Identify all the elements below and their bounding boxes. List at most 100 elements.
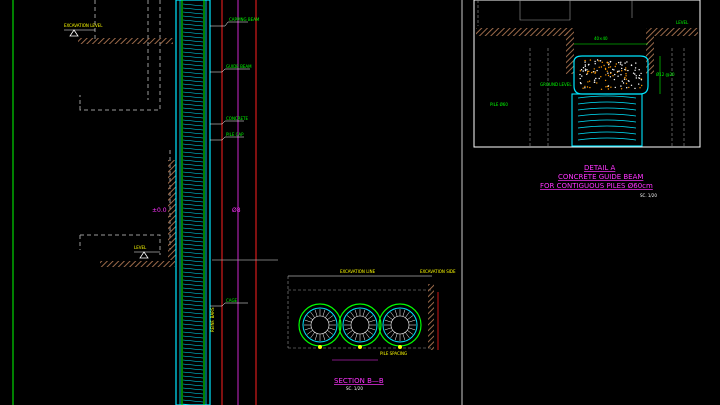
pile-section-marker (398, 345, 402, 349)
callout-pile-cap: PILE CAP (226, 132, 244, 137)
concrete-dot (620, 61, 622, 63)
pile-section-bar (322, 309, 326, 317)
pile-section-bar (346, 315, 353, 320)
concrete-dot (594, 71, 597, 73)
pile-section-bar (407, 330, 414, 335)
concrete-dot (627, 80, 630, 82)
detail-a-hatch-left (476, 28, 568, 36)
concrete-dot (584, 65, 586, 68)
concrete-dot (584, 59, 586, 62)
spiral-bar (182, 195, 204, 199)
spiral-bar (182, 63, 204, 67)
concrete-dot (608, 63, 610, 66)
left-elevation: EXCAVATION LEVEL LEVEL CAPPING BEAM GUID… (12, 0, 278, 405)
callout-cage: CAGE (226, 298, 238, 303)
spiral-bar (182, 115, 204, 119)
pile-section-bar (325, 311, 330, 318)
concrete-dot (608, 66, 610, 69)
detail-a-title-1: DETAIL A (584, 164, 616, 172)
concrete-dot (598, 66, 600, 69)
detail-a-label-right: LEVEL (676, 20, 689, 25)
pile-section-bar (362, 309, 366, 317)
spiral-bar (182, 347, 204, 351)
concrete-dot (625, 75, 627, 77)
spiral-bar (182, 203, 204, 207)
pile-section-marker (318, 345, 322, 349)
concrete-dot (584, 85, 586, 88)
pile-section-bar (346, 330, 353, 335)
concrete-dot (622, 82, 625, 84)
pile-section-bar (310, 332, 315, 339)
section-bb-piles (298, 303, 422, 349)
spiral-bar (182, 103, 204, 107)
spiral-bar (182, 383, 204, 387)
pile-section-bar (367, 330, 374, 335)
detail-spiral (577, 125, 637, 129)
pile-section-bar (325, 332, 330, 339)
concrete-dot (638, 77, 640, 79)
spiral-bar (182, 279, 204, 283)
spiral-bar (182, 227, 204, 231)
pile-section-bar (368, 327, 376, 331)
spiral-bar (182, 39, 204, 43)
concrete-dot (599, 60, 602, 62)
section-bb-title: SECTION B—B (334, 377, 384, 385)
concrete-dot (624, 68, 626, 71)
detail-spiral (577, 137, 637, 141)
level-marker-bottom (134, 251, 160, 259)
spiral-bar (182, 215, 204, 219)
spiral-bar (182, 399, 204, 403)
concrete-dot (613, 78, 616, 81)
spiral-bar (182, 75, 204, 79)
spiral-bar (182, 251, 204, 255)
spiral-bar (182, 319, 204, 323)
spiral-bar (182, 211, 204, 215)
pile-section-bar (306, 330, 313, 335)
pile-section-bar (365, 332, 370, 339)
spiral-bar (182, 155, 204, 159)
detail-a-hatch-gl (566, 28, 574, 74)
spiral-bar (182, 359, 204, 363)
pile-section-bar (365, 311, 370, 318)
concrete-dot (587, 81, 589, 83)
detail-a-label-side: 40×40 (594, 36, 608, 41)
concrete-dot (596, 69, 598, 72)
pile-section-bar (384, 327, 392, 331)
concrete-dot (635, 62, 637, 64)
concrete-dot (621, 67, 623, 70)
concrete-dot (607, 74, 610, 77)
pile-spiral-reinforcement (182, 3, 204, 405)
spiral-bar (182, 275, 204, 279)
detail-a-spirals (577, 95, 637, 141)
spiral-bar (182, 159, 204, 163)
concrete-dot (584, 61, 586, 63)
pile-section-marker (358, 345, 362, 349)
concrete-dot (609, 61, 611, 63)
dim-label-left: ±0.0 (152, 207, 167, 214)
concrete-dot (613, 69, 615, 71)
concrete-dot (623, 78, 626, 80)
detail-spiral (577, 131, 637, 135)
pile-section-bar (327, 315, 334, 320)
spiral-bar (182, 35, 204, 39)
concrete-dot (612, 75, 614, 77)
spiral-bar (182, 167, 204, 171)
spiral-bar (182, 371, 204, 375)
detail-spiral (577, 95, 637, 99)
concrete-dot (615, 63, 617, 65)
concrete-dot (589, 86, 591, 89)
concrete-dot (594, 63, 596, 65)
dashed-outline-upper (79, 0, 161, 111)
concrete-dot (594, 60, 596, 63)
concrete-dot (582, 87, 584, 89)
spiral-bar (182, 143, 204, 147)
spiral-bar (182, 311, 204, 315)
spiral-bar (182, 119, 204, 123)
spiral-bar (182, 303, 204, 307)
concrete-dot (588, 63, 590, 66)
concrete-dot (621, 80, 623, 82)
concrete-dot (580, 82, 582, 85)
concrete-dot (638, 83, 640, 85)
pile-section-core (350, 315, 370, 335)
concrete-dot (603, 64, 605, 67)
